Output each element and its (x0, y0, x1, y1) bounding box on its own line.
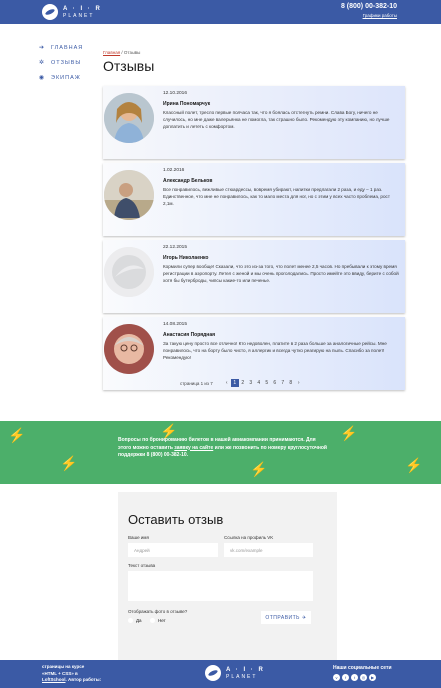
radio-no[interactable]: Нет (150, 618, 166, 623)
avatar (104, 170, 154, 220)
nav-item-label: ОТЗЫВЫ (51, 59, 82, 66)
next-page-button[interactable]: › (295, 380, 303, 386)
logo-subtitle: PLANET (63, 12, 95, 19)
review-text: Кормили супер вообще! Сказали, что это и… (163, 264, 399, 283)
review-card: 22.12.2015 Игорь Николаенко Кормили супе… (103, 240, 405, 313)
arrow-right-icon: ➔ (38, 45, 46, 51)
lightning-icon: ⚡ (340, 425, 358, 441)
review-text: Все понравилось, вежливые стюардессы, во… (163, 187, 390, 206)
review-author: Ирина Пономарчук (163, 101, 211, 107)
top-header: A · I · R PLANET 8 (800) 00-382-10 Графи… (0, 0, 441, 24)
review-author: Александр Бельков (163, 178, 213, 184)
breadcrumb-home-link[interactable]: Главная (103, 50, 120, 55)
review-text: Классный полет, тресло первые полчаса та… (163, 110, 390, 129)
name-label: Ваше имя (128, 535, 149, 540)
lightning-icon: ⚡ (8, 427, 26, 443)
radio-circle-icon (128, 618, 133, 623)
vk-field[interactable]: vk.com/example (224, 543, 313, 557)
review-author: Анастасия Порядная (163, 332, 216, 338)
social-links: v f t ◎ ▶ (333, 674, 378, 681)
page-link-6[interactable]: 6 (271, 380, 279, 386)
page-link-7[interactable]: 7 (279, 380, 287, 386)
lightning-icon: ⚡ (405, 457, 423, 473)
review-card: 12.10.2016 Ирина Пономарчук Классный пол… (103, 86, 405, 159)
review-author: Игорь Николаенко (163, 255, 209, 261)
photo-question: Отображать фото в отзыве? (128, 609, 188, 614)
side-nav: ➔ ГЛАВНАЯ ✲ ОТЗЫВЫ ◉ ЭКИПАЖ (38, 40, 98, 85)
form-title: Оставить отзыв (128, 512, 224, 527)
planet-logo-icon (205, 665, 221, 681)
nav-item-reviews[interactable]: ✲ ОТЗЫВЫ (38, 55, 98, 70)
schedule-link[interactable]: Графики работы (363, 13, 397, 18)
logo-subtitle: PLANET (226, 673, 258, 680)
review-date: 12.10.2016 (163, 91, 188, 96)
lightning-icon: ⚡ (250, 461, 268, 477)
support-phone[interactable]: 8 (800) 00-382-10. (147, 452, 188, 458)
logo-title: A · I · R (63, 5, 102, 12)
avatar-placeholder-icon (104, 247, 154, 297)
eye-icon: ◉ (38, 75, 46, 81)
info-banner: ⚡ ⚡ ⚡ ⚡ ⚡ ⚡ Вопросы по бронированию биле… (0, 421, 441, 484)
page-link-2[interactable]: 2 (239, 380, 247, 386)
gear-icon: ✲ (38, 60, 46, 66)
review-text: За такую цену просто все отлично! Кто не… (163, 341, 387, 360)
page-title: Отзывы (103, 58, 155, 74)
footer-credits: страницы на курсе «HTML + CSS» в LoftSch… (42, 664, 102, 682)
vk-icon[interactable]: v (333, 674, 340, 681)
page: A · I · R PLANET 8 (800) 00-382-10 Графи… (0, 0, 441, 688)
nav-item-crew[interactable]: ◉ ЭКИПАЖ (38, 70, 98, 85)
text-label: Текст отзыва (128, 563, 156, 568)
banner-text: Вопросы по бронированию билетов в нашей … (118, 437, 328, 458)
nav-item-label: ЭКИПАЖ (51, 74, 81, 81)
header-phone[interactable]: 8 (800) 00-382-10 (341, 3, 397, 10)
facebook-icon[interactable]: f (342, 674, 349, 681)
lightning-icon: ⚡ (60, 455, 78, 471)
plane-icon: ✈ (301, 614, 307, 621)
planet-logo-icon (42, 4, 58, 20)
logo[interactable]: A · I · R PLANET (42, 4, 102, 20)
youtube-icon[interactable]: ▶ (369, 674, 376, 681)
loftschool-link[interactable]: LoftSchool (42, 677, 66, 682)
request-link[interactable]: заявку на сайте (174, 445, 213, 451)
page-link-3[interactable]: 3 (247, 380, 255, 386)
name-field[interactable]: Андрей (128, 543, 218, 557)
radio-yes[interactable]: Да (128, 618, 142, 623)
logo-title: A · I · R (226, 666, 265, 673)
social-title: Наши социальные сети (333, 665, 392, 671)
breadcrumb-current: Отзывы (123, 50, 141, 55)
radio-circle-icon (150, 618, 155, 623)
avatar (104, 324, 154, 374)
nav-item-home[interactable]: ➔ ГЛАВНАЯ (38, 40, 98, 55)
submit-button[interactable]: ОТПРАВИТЬ ✈ (261, 611, 311, 624)
reviews-list: 12.10.2016 Ирина Пономарчук Классный пол… (103, 86, 405, 394)
avatar (104, 93, 154, 143)
instagram-icon[interactable]: ◎ (360, 674, 367, 681)
page-link-8[interactable]: 8 (287, 380, 295, 386)
breadcrumb: Главная / Отзывы (103, 50, 140, 55)
page-count-label: страница 1 из 7 (180, 380, 213, 386)
footer: страницы на курсе «HTML + CSS» в LoftSch… (0, 660, 441, 688)
review-date: 14.08.2015 (163, 322, 188, 327)
prev-page-button[interactable]: ‹ (223, 380, 231, 386)
page-link-1[interactable]: 1 (230, 379, 239, 387)
page-link-4[interactable]: 4 (255, 380, 263, 386)
vk-label: Ссылка на профиль VK (224, 535, 274, 540)
pagination: страница 1 из 7 ‹ 1 2 3 4 5 6 7 8 › (180, 379, 303, 387)
review-textarea[interactable] (128, 571, 313, 601)
footer-logo[interactable]: A · I · R PLANET (205, 665, 265, 681)
review-date: 1.02.2016 (163, 168, 185, 173)
review-form: Оставить отзыв Ваше имя Андрей Ссылка на… (118, 492, 337, 660)
page-link-5[interactable]: 5 (263, 380, 271, 386)
nav-item-label: ГЛАВНАЯ (51, 44, 84, 51)
review-date: 22.12.2015 (163, 245, 188, 250)
twitter-icon[interactable]: t (351, 674, 358, 681)
review-card: 1.02.2016 Александр Бельков Все понравил… (103, 163, 405, 236)
